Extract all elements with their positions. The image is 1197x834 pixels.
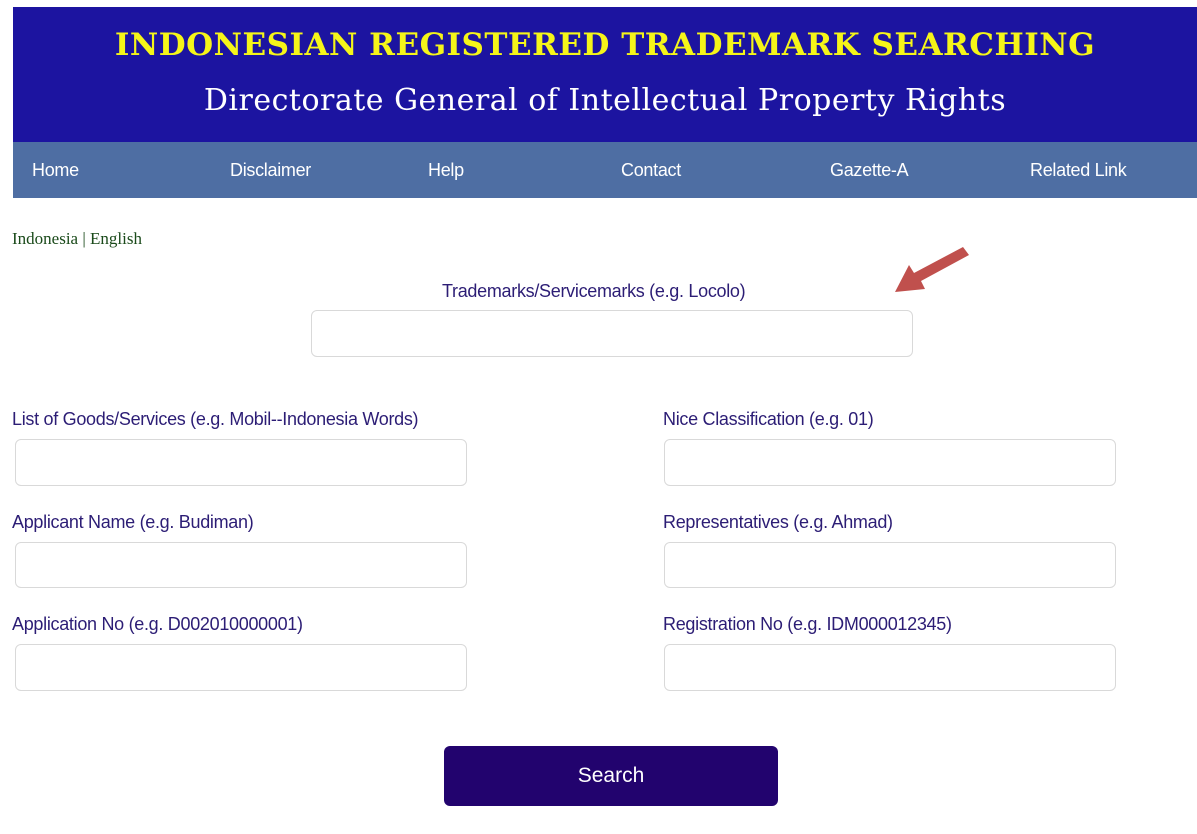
search-button[interactable]: Search: [444, 746, 778, 806]
language-separator: |: [78, 229, 90, 248]
nav-disclaimer-link[interactable]: Disclaimer: [230, 160, 311, 181]
applicant-name-input[interactable]: [15, 542, 467, 588]
header-banner: INDONESIAN REGISTERED TRADEMARK SEARCHIN…: [13, 7, 1197, 142]
language-english-link[interactable]: English: [90, 229, 142, 248]
goods-services-label: List of Goods/Services (e.g. Mobil--Indo…: [12, 409, 419, 429]
nice-classification-label: Nice Classification (e.g. 01): [663, 409, 874, 429]
nav-related-link[interactable]: Related Link: [1030, 160, 1127, 181]
trademark-label: Trademarks/Servicemarks (e.g. Locolo): [442, 281, 746, 301]
site-subtitle: Directorate General of Intellectual Prop…: [203, 83, 1007, 118]
applicant-name-label: Applicant Name (e.g. Budiman): [12, 512, 254, 532]
registration-number-input[interactable]: [664, 644, 1116, 691]
language-switcher: Indonesia | English: [12, 229, 142, 249]
nav-home-link[interactable]: Home: [32, 160, 79, 181]
language-indonesia-link[interactable]: Indonesia: [12, 229, 78, 248]
trademark-input[interactable]: [311, 310, 913, 357]
registration-number-label: Registration No (e.g. IDM000012345): [663, 614, 952, 634]
nav-help-link[interactable]: Help: [428, 160, 464, 181]
representatives-label: Representatives (e.g. Ahmad): [663, 512, 893, 532]
nav-gazette-link[interactable]: Gazette-A: [830, 160, 909, 181]
application-number-input[interactable]: [15, 644, 467, 691]
nice-classification-input[interactable]: [664, 439, 1116, 486]
goods-services-input[interactable]: [15, 439, 467, 486]
application-number-label: Application No (e.g. D002010000001): [12, 614, 303, 634]
representatives-input[interactable]: [664, 542, 1116, 588]
site-title: INDONESIAN REGISTERED TRADEMARK SEARCHIN…: [114, 27, 1096, 63]
arrow-pointing-down-left-icon: [895, 247, 969, 292]
main-navigation: Home Disclaimer Help Contact Gazette-A R…: [13, 142, 1197, 198]
nav-contact-link[interactable]: Contact: [621, 160, 681, 181]
